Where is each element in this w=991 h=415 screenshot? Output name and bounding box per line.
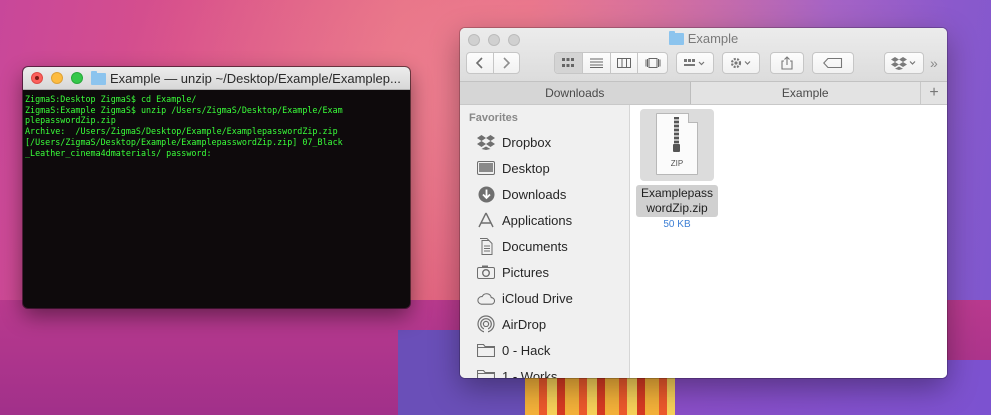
- tab-downloads[interactable]: Downloads: [460, 82, 691, 104]
- file-name[interactable]: Examplepass wordZip.zip: [636, 185, 718, 217]
- downloads-icon: [477, 186, 495, 202]
- zipper-pull: [673, 144, 680, 152]
- sidebar-item-label: Desktop: [502, 160, 550, 176]
- terminal-title-text: Example — unzip ~/Desktop/Example/Exampl…: [110, 71, 401, 86]
- columns-icon: [616, 58, 631, 68]
- gallery-view-button[interactable]: [638, 53, 667, 73]
- file-icon-selection: ZIP: [640, 109, 714, 181]
- folder-icon: [477, 368, 495, 378]
- icon-view-button[interactable]: [555, 53, 583, 73]
- tab-example[interactable]: Example: [691, 82, 921, 104]
- list-icon: [589, 58, 603, 68]
- sidebar-item-label: Applications: [502, 212, 573, 228]
- minimize-button[interactable]: [51, 72, 63, 84]
- chevron-left-icon: [476, 57, 483, 69]
- zipper-graphic: [674, 117, 679, 145]
- sidebar-item-documents[interactable]: Documents: [460, 233, 629, 259]
- window-title-text: Example: [687, 31, 739, 46]
- terminal-line: _Leather_cinema4dmaterials/ password:: [25, 147, 212, 158]
- sidebar-item-label: Documents: [502, 238, 568, 254]
- terminal-line: plepasswordZip.zip: [25, 115, 116, 126]
- folder-icon: [477, 342, 495, 358]
- file-browser-content[interactable]: ZIP Examplepass wordZip.zip 50 KB: [630, 105, 947, 378]
- new-tab-button[interactable]: +: [920, 82, 947, 104]
- sidebar-item-airdrop[interactable]: AirDrop: [460, 311, 629, 337]
- forward-button[interactable]: [494, 53, 520, 73]
- terminal-titlebar[interactable]: Example — unzip ~/Desktop/Example/Exampl…: [23, 67, 410, 90]
- cloud-icon: [477, 290, 495, 306]
- sidebar-item-label: Pictures: [502, 264, 549, 280]
- nav-buttons: [466, 52, 520, 74]
- terminal-output[interactable]: ZigmaS:Desktop ZigmaS$ cd Example/ZigmaS…: [23, 90, 410, 158]
- coverflow-icon: [645, 58, 661, 68]
- zoom-button[interactable]: [71, 72, 83, 84]
- chevron-right-icon: [503, 57, 510, 69]
- back-button[interactable]: [467, 53, 494, 73]
- file-item[interactable]: ZIP Examplepass wordZip.zip 50 KB: [634, 109, 720, 230]
- terminal-line: [/Users/ZigmaS/Desktop/Example/Examplepa…: [25, 136, 343, 147]
- zip-file-icon: ZIP: [656, 113, 698, 175]
- tag-icon: [823, 58, 843, 68]
- file-name-line: Examplepass: [640, 186, 714, 200]
- column-view-button[interactable]: [611, 53, 639, 73]
- wallpaper-stripes: [525, 372, 675, 415]
- sidebar-item-1-works[interactable]: 1 - Works: [460, 363, 629, 378]
- sidebar-item-desktop[interactable]: Desktop: [460, 155, 629, 181]
- terminal-line: ZigmaS:Desktop ZigmaS$ cd Example/: [25, 94, 197, 104]
- file-type-badge: ZIP: [670, 159, 684, 168]
- terminal-window[interactable]: Example — unzip ~/Desktop/Example/Exampl…: [23, 67, 410, 308]
- folder-icon: [668, 31, 684, 45]
- documents-icon: [477, 237, 495, 255]
- dropbox-toolbar-button[interactable]: [884, 52, 924, 74]
- action-button[interactable]: [722, 52, 760, 74]
- folder-icon: [91, 71, 106, 85]
- list-view-button[interactable]: [583, 53, 611, 73]
- window-title: Example: [460, 31, 947, 46]
- sidebar-item-label: 0 - Hack: [502, 342, 551, 358]
- tags-button[interactable]: [812, 52, 854, 74]
- file-size: 50 KB: [663, 219, 691, 230]
- sidebar-item-downloads[interactable]: Downloads: [460, 181, 629, 207]
- view-mode-control: [554, 52, 668, 74]
- airdrop-icon: [477, 315, 495, 333]
- sidebar-heading: Favorites: [469, 112, 518, 124]
- sidebar-item-pictures[interactable]: Pictures: [460, 259, 629, 285]
- dropbox-icon: [891, 57, 916, 70]
- sidebar-item-dropbox[interactable]: Dropbox: [460, 129, 629, 155]
- share-icon: [781, 56, 793, 70]
- finder-main: Favorites Dropbox Desktop Downloads Appl…: [460, 105, 947, 378]
- gear-icon: [730, 57, 751, 69]
- desktop-icon: [477, 160, 495, 176]
- terminal-line: Archive: /Users/ZigmaS/Desktop/Example/E…: [25, 126, 338, 137]
- dropbox-icon: [477, 134, 495, 150]
- sidebar-item-label: AirDrop: [502, 316, 547, 332]
- sidebar-item-label: Dropbox: [502, 134, 552, 150]
- file-name-line: wordZip.zip: [646, 201, 708, 215]
- sidebar: Favorites Dropbox Desktop Downloads Appl…: [460, 105, 630, 378]
- finder-window[interactable]: Example » Downloads Example + Favorites …: [460, 28, 947, 378]
- tab-bar: Downloads Example +: [460, 82, 947, 105]
- share-button[interactable]: [770, 52, 804, 74]
- toolbar-overflow-button[interactable]: »: [930, 55, 938, 71]
- sidebar-item-label: Downloads: [502, 186, 567, 202]
- terminal-line: ZigmaS:Example ZigmaS$ unzip /Users/Zigm…: [25, 104, 343, 115]
- arrange-icon: [684, 59, 705, 66]
- sidebar-item-label: iCloud Drive: [502, 290, 573, 306]
- terminal-title: Example — unzip ~/Desktop/Example/Exampl…: [91, 71, 406, 86]
- sidebar-item-applications[interactable]: Applications: [460, 207, 629, 233]
- arrange-button[interactable]: [676, 52, 714, 74]
- grid-icon: [562, 58, 575, 67]
- finder-toolbar: Example »: [460, 28, 947, 82]
- sidebar-item-icloud-drive[interactable]: iCloud Drive: [460, 285, 629, 311]
- applications-icon: [477, 212, 495, 228]
- close-button[interactable]: [31, 72, 43, 84]
- sidebar-item-label: 1 - Works: [502, 368, 558, 379]
- sidebar-item-0-hack[interactable]: 0 - Hack: [460, 337, 629, 363]
- camera-icon: [477, 264, 495, 280]
